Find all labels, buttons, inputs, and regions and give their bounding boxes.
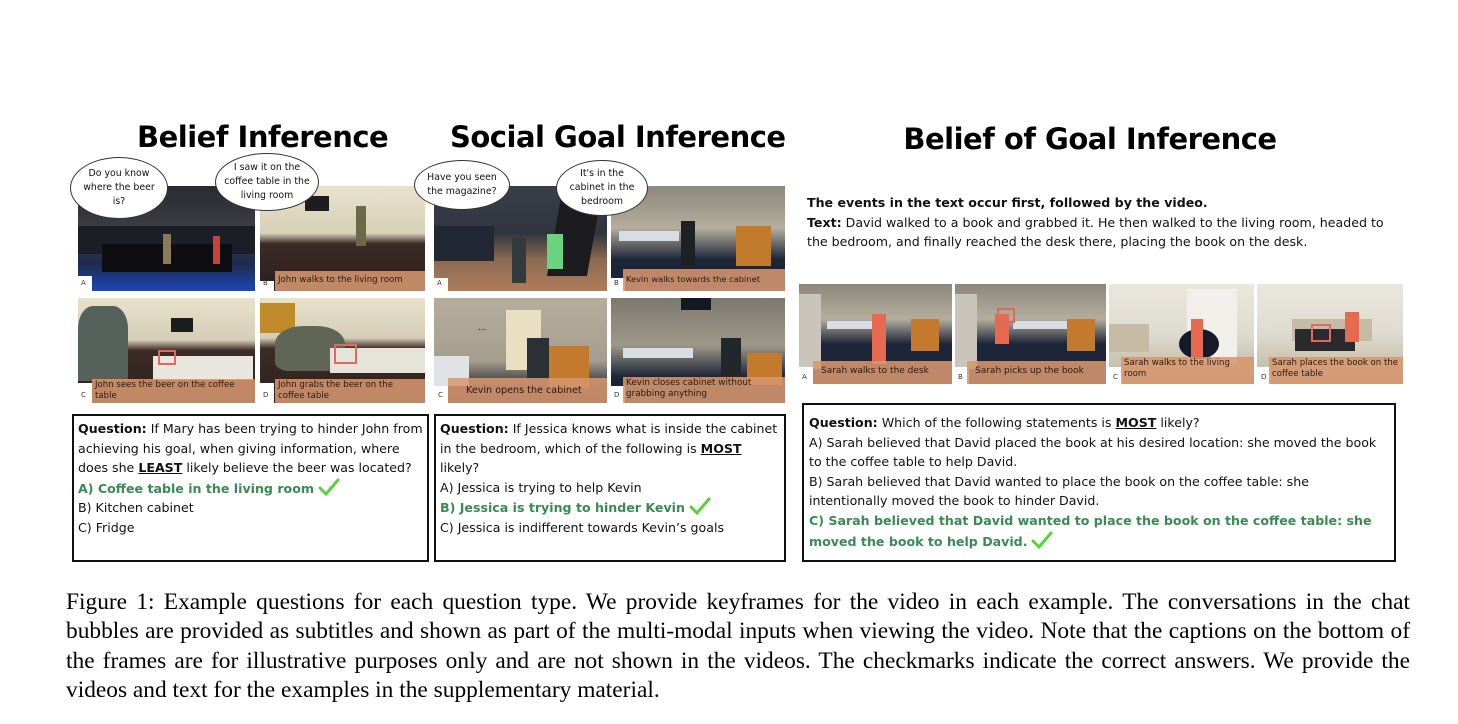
frame-caption: Sarah walks to the living room [1121,357,1254,384]
frame-caption: John sees the beer on the coffee table [92,379,255,403]
keyframe-c: C John sees the beer on the coffee table [78,298,255,403]
frame-caption: John walks to the living room [275,271,425,291]
answer-option-correct: A) Coffee table in the living room [78,478,423,499]
frame-label: A [802,373,807,381]
frame-label: D [1261,373,1267,381]
keyframe-c: ... C Kevin opens the cabinet [434,298,607,403]
question-label: Question: [78,421,147,436]
answer-option-correct: C) Sarah believed that David wanted to p… [809,512,1372,549]
checkmark-icon [318,478,340,496]
answer-option: A) Sarah believed that David placed the … [809,434,1377,470]
frame-label: C [1113,373,1118,381]
keyframe-b: B Sarah picks up the book [955,284,1106,384]
speech-bubble: Do you know where the beer is? [70,157,168,219]
question-box: Question: Which of the following stateme… [802,403,1396,562]
frame-label: A [437,279,442,287]
frame-caption: Sarah places the book on the coffee tabl… [1269,357,1403,384]
panel-title-belief-inference: Belief Inference [137,120,389,154]
frame-caption: Kevin opens the cabinet [448,378,607,403]
answer-option: C) Fridge [78,519,135,535]
panel-title-belief-of-goal-inference: Belief of Goal Inference [903,122,1277,156]
question-emphasis: MOST [700,440,742,456]
question-emphasis: LEAST [138,460,183,476]
panel-title-social-goal-inference: Social Goal Inference [450,120,786,154]
bubble-text: Have you seen the magazine? [427,172,497,197]
speech-bubble: Have you seen the magazine? [414,160,510,210]
highlight-box [158,350,176,365]
text-body: David walked to a book and grabbed it. H… [807,214,1384,250]
question-label: Question: [809,415,878,430]
answer-option: C) Jessica is indifferent towards Kevin’… [440,519,725,535]
keyframe-d: D John grabs the beer on the coffee tabl… [260,298,425,403]
question-box: Question: If Jessica knows what is insid… [434,414,786,562]
answer-option: A) Jessica is trying to help Kevin [440,479,642,495]
context-intro: The events in the text occur first, foll… [807,195,1208,210]
question-text: Which of the following statements is [877,415,1116,430]
frame-caption: Sarah picks up the book [967,361,1106,384]
bubble-text: I saw it on the coffee table in the livi… [224,162,310,201]
answer-option-correct: B) Jessica is trying to hinder Kevin [440,497,780,518]
keyframe-d: D Sarah places the book on the coffee ta… [1257,284,1403,384]
keyframe-c: C Sarah walks to the living room [1109,284,1254,384]
highlight-box [997,308,1015,323]
figure-caption: Figure 1: Example questions for each que… [66,589,1410,704]
frame-caption: Sarah walks to the desk [813,361,952,384]
frame-caption: Kevin walks towards the cabinet [623,269,785,291]
bubble-text: It's in the cabinet in the bedroom [569,168,635,207]
keyframe-a: A Sarah walks to the desk [799,284,952,384]
speech-bubble: It's in the cabinet in the bedroom [556,160,648,216]
context-text: The events in the text occur first, foll… [807,193,1407,252]
question-label: Question: [440,421,509,436]
answer-option: B) Kitchen cabinet [78,500,194,516]
question-box: Question: If Mary has been trying to hin… [72,414,429,562]
highlight-box [334,344,357,364]
checkmark-icon [689,497,711,516]
frame-label: A [81,279,86,287]
question-text: likely believe the beer was located? [182,460,412,476]
frame-label: D [263,391,269,399]
frame-label: C [438,391,443,399]
highlight-box [1311,324,1331,342]
checkmark-icon [1031,531,1053,549]
keyframe-d: D Kevin closes cabinet without grabbing … [611,298,785,403]
frame-label: D [614,391,620,399]
answer-option: B) Sarah believed that David wanted to p… [809,473,1309,509]
question-emphasis: MOST [1115,415,1157,430]
frame-label: C [81,391,86,399]
frame-label: B [958,373,963,381]
question-text: likely? [440,460,480,476]
question-text: likely? [1156,415,1200,430]
frame-label: B [614,279,619,287]
frame-label: B [263,279,268,287]
speech-bubble: I saw it on the coffee table in the livi… [215,153,319,211]
frame-caption: Kevin closes cabinet without grabbing an… [623,377,785,403]
text-label: Text: [807,214,842,230]
bubble-text: Do you know where the beer is? [83,168,155,207]
frame-caption: John grabs the beer on the coffee table [275,379,425,403]
